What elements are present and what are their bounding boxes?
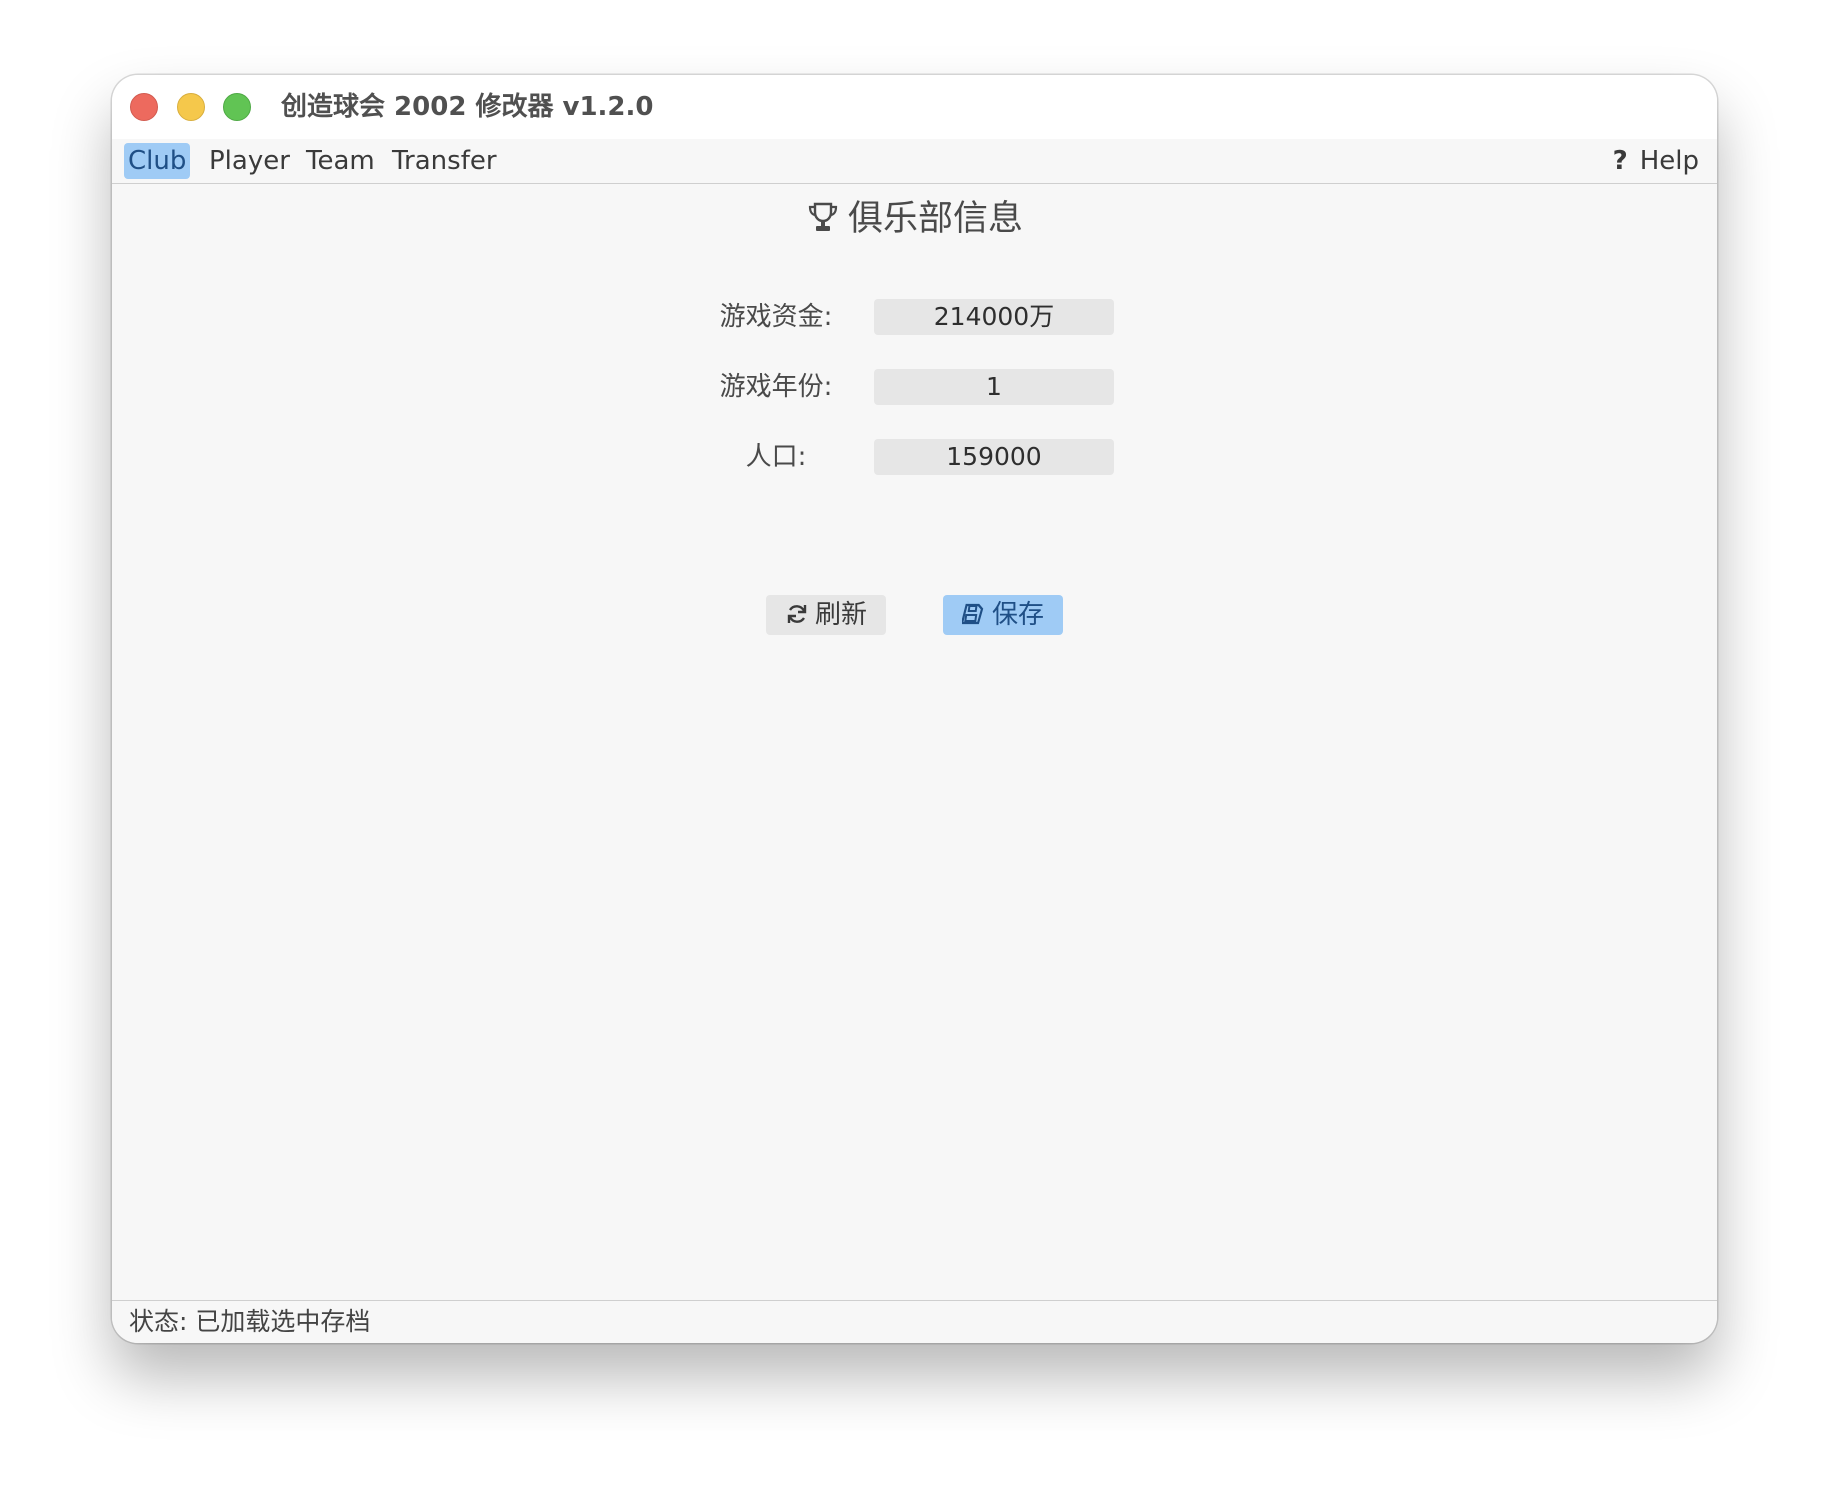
close-button[interactable] bbox=[130, 93, 158, 121]
help-icon: ? bbox=[1612, 146, 1628, 176]
panel-title: 俱乐部信息 bbox=[112, 195, 1717, 247]
refresh-label: 刷新 bbox=[814, 600, 867, 630]
population-label: 人口: bbox=[745, 442, 807, 472]
save-label: 保存 bbox=[991, 600, 1044, 630]
minimize-button[interactable] bbox=[177, 93, 205, 121]
menu-bar: Club Player Team Transfer ? Help bbox=[112, 139, 1717, 184]
year-field[interactable]: 1 bbox=[874, 369, 1114, 405]
refresh-icon bbox=[785, 598, 809, 638]
save-button[interactable]: 保存 bbox=[943, 595, 1063, 635]
trophy-icon bbox=[806, 199, 840, 247]
population-field[interactable]: 159000 bbox=[874, 439, 1114, 475]
menu-club[interactable]: Club bbox=[124, 143, 191, 179]
menu-transfer[interactable]: Transfer bbox=[388, 143, 501, 179]
title-bar: 创造球会 2002 修改器 v1.2.0 bbox=[112, 75, 1717, 140]
panel-title-text: 俱乐部信息 bbox=[847, 199, 1023, 239]
maximize-button[interactable] bbox=[223, 93, 251, 121]
funds-field[interactable]: 214000万 bbox=[874, 299, 1114, 335]
status-bar: 状态: 已加载选中存档 bbox=[112, 1300, 1717, 1343]
app-window: 创造球会 2002 修改器 v1.2.0 Club Player Team Tr… bbox=[112, 75, 1717, 1343]
year-label: 游戏年份: bbox=[719, 372, 833, 402]
status-text: 状态: 已加载选中存档 bbox=[129, 1307, 371, 1336]
refresh-button[interactable]: 刷新 bbox=[766, 595, 886, 635]
save-icon bbox=[960, 598, 986, 638]
window-title: 创造球会 2002 修改器 v1.2.0 bbox=[281, 92, 654, 122]
menu-team[interactable]: Team bbox=[302, 143, 379, 179]
help-label: Help bbox=[1639, 146, 1699, 176]
help-menu[interactable]: ? Help bbox=[1613, 143, 1699, 179]
menu-player[interactable]: Player bbox=[205, 143, 294, 179]
funds-label: 游戏资金: bbox=[719, 302, 833, 332]
